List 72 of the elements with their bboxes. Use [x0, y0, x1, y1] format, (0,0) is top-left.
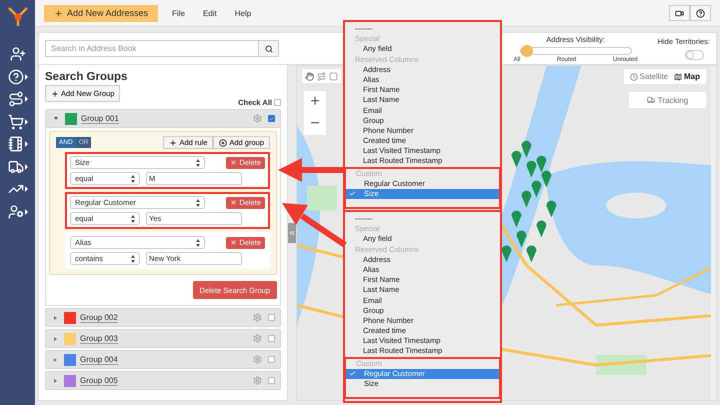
- settings-icon[interactable]: [253, 376, 262, 385]
- map-icon: [674, 72, 682, 80]
- video-icon: [675, 8, 684, 18]
- help-icon: [696, 8, 705, 18]
- settings-icon[interactable]: [253, 355, 262, 364]
- select-arrows-icon: [131, 174, 135, 182]
- close-icon: [230, 159, 238, 166]
- settings-icon[interactable]: [253, 313, 262, 322]
- group-header[interactable]: Group 004: [45, 350, 281, 369]
- help-button[interactable]: [690, 5, 711, 21]
- check-icon: [349, 190, 356, 197]
- expand-icon[interactable]: [54, 378, 57, 382]
- collapse-handle[interactable]: [288, 223, 296, 243]
- group-checkbox[interactable]: [268, 335, 275, 342]
- video-button[interactable]: [669, 5, 690, 21]
- group-checkbox[interactable]: [268, 356, 275, 363]
- group-name[interactable]: Group 002: [80, 312, 118, 322]
- truck-icon: [646, 96, 655, 104]
- select-arrows-icon: [131, 254, 135, 262]
- group-header[interactable]: Group 001: [45, 109, 281, 128]
- group-header[interactable]: Group 002: [45, 308, 281, 327]
- menu-item[interactable]: File: [172, 8, 185, 18]
- plus-icon: [169, 138, 178, 146]
- select-arrows-icon: [196, 238, 200, 246]
- map-type-button[interactable]: Satellite: [630, 72, 668, 81]
- map-type-button[interactable]: Map: [674, 72, 700, 81]
- group-name[interactable]: Group 001: [81, 114, 119, 124]
- search-icon: [264, 44, 272, 52]
- user-gear-icon[interactable]: [8, 204, 24, 220]
- plus-icon: [51, 90, 59, 98]
- group-header[interactable]: Group 005: [45, 371, 281, 390]
- clock-icon: [630, 72, 638, 80]
- logo-icon: [6, 5, 30, 29]
- add-addresses-button[interactable]: Add New Addresses: [44, 4, 158, 22]
- user-add-icon[interactable]: [10, 46, 26, 62]
- close-icon: [230, 199, 238, 206]
- settings-icon[interactable]: [253, 334, 262, 343]
- check-all-checkbox[interactable]: [274, 99, 281, 106]
- tracking-button[interactable]: Tracking: [629, 92, 706, 108]
- plus-circle-icon: [219, 138, 228, 146]
- visibility-slider[interactable]: [520, 46, 632, 54]
- group-header[interactable]: Group 003: [45, 329, 281, 348]
- close-icon: [230, 239, 238, 246]
- select-arrows-icon: [131, 214, 135, 222]
- check-icon: [349, 370, 356, 377]
- plus-icon: [54, 8, 63, 18]
- help-icon[interactable]: [8, 68, 24, 85]
- truck-icon[interactable]: [8, 158, 24, 175]
- panel-title: Search Groups: [45, 71, 128, 83]
- route-icon[interactable]: [8, 91, 24, 108]
- group-checkbox[interactable]: [268, 377, 275, 384]
- hand-icon[interactable]: [305, 72, 314, 80]
- menu-item[interactable]: Edit: [202, 8, 217, 18]
- territories-toggle[interactable]: [685, 50, 704, 60]
- group-name[interactable]: Group 005: [80, 376, 118, 386]
- shape-icon[interactable]: [317, 72, 326, 80]
- expand-icon[interactable]: [54, 316, 57, 320]
- group-name[interactable]: Group 004: [80, 354, 118, 364]
- search-button[interactable]: [259, 40, 279, 57]
- group-checkbox[interactable]: [268, 314, 275, 321]
- group-name[interactable]: Group 003: [80, 334, 118, 344]
- expand-icon[interactable]: [54, 117, 58, 120]
- select-arrows-icon: [196, 158, 200, 166]
- settings-icon[interactable]: [253, 114, 262, 123]
- menu-item[interactable]: Help: [234, 8, 252, 18]
- expand-icon[interactable]: [54, 336, 57, 340]
- notebook-icon[interactable]: [8, 136, 24, 152]
- square-icon[interactable]: [329, 72, 338, 80]
- cart-icon[interactable]: [8, 114, 24, 130]
- select-arrows-icon: [196, 198, 200, 206]
- group-checkbox[interactable]: [268, 115, 275, 122]
- expand-icon[interactable]: [54, 358, 57, 362]
